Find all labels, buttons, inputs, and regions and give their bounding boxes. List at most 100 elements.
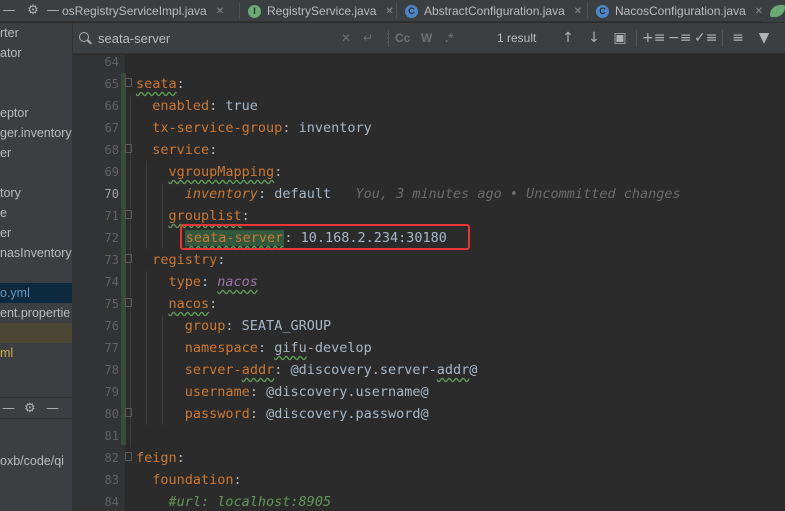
- minimize-icon[interactable]: —: [44, 0, 62, 22]
- code-line[interactable]: 68 service:: [73, 139, 785, 161]
- tab-separator: [239, 3, 240, 19]
- project-tree-item[interactable]: [0, 323, 72, 343]
- close-icon[interactable]: ✕: [574, 6, 582, 17]
- code-token: addr: [241, 362, 275, 378]
- code-line[interactable]: 79 username: @discovery.username@: [73, 381, 785, 403]
- minimize-icon[interactable]: —: [46, 398, 59, 420]
- code-token: :: [209, 296, 218, 312]
- inline-blame: You, 3 minutes ago • Uncommitted changes: [355, 186, 681, 202]
- line-number: 65: [104, 77, 119, 91]
- project-tree-item[interactable]: o.yml: [0, 283, 72, 303]
- code-token: :: [209, 142, 218, 158]
- code-line[interactable]: 78 server-addr: @discovery.server-addr@: [73, 359, 785, 381]
- code-token: -develop: [306, 340, 372, 356]
- code-line[interactable]: 69 vgroupMapping:: [73, 161, 785, 183]
- project-tree-item[interactable]: ent.propertie: [0, 303, 70, 323]
- project-tree-item[interactable]: ger.inventory: [0, 123, 72, 143]
- gear-icon[interactable]: ⚙: [24, 398, 36, 420]
- code-text: type: nacos: [136, 271, 258, 293]
- tab-registry-service[interactable]: I RegistryService.java ✕: [248, 0, 394, 22]
- collapse-icon[interactable]: —: [0, 0, 18, 22]
- close-icon[interactable]: ✕: [385, 6, 393, 17]
- project-tree-item[interactable]: e: [0, 203, 7, 223]
- fold-marker-icon[interactable]: [125, 78, 132, 87]
- project-path: oxb/code/qi: [0, 454, 64, 468]
- words-button[interactable]: W: [421, 30, 432, 46]
- project-tree-item[interactable]: tory: [0, 183, 21, 203]
- line-number: 77: [104, 341, 119, 355]
- regex-button[interactable]: .*: [445, 30, 453, 46]
- code-line[interactable]: 81: [73, 425, 785, 447]
- select-all-occurrences-icon[interactable]: ▣: [610, 28, 630, 48]
- code-token: addr: [436, 362, 470, 378]
- line-number: 72: [104, 231, 119, 245]
- code-line[interactable]: 64: [73, 51, 785, 73]
- code-line[interactable]: 76 group: SEATA_GROUP: [73, 315, 785, 337]
- code-line[interactable]: 65 seata:: [73, 73, 785, 95]
- fold-marker-icon[interactable]: [125, 210, 132, 219]
- code-text: registry:: [136, 249, 225, 271]
- code-line[interactable]: 75 nacos:: [73, 293, 785, 315]
- collapse-icon[interactable]: —: [2, 398, 15, 420]
- code-line[interactable]: 80 password: @discovery.password@: [73, 403, 785, 425]
- project-tree-item[interactable]: nasInventory: [0, 243, 72, 263]
- code-token: username: [184, 384, 250, 400]
- code-token: :: [201, 274, 218, 290]
- code-token: : true: [209, 98, 258, 114]
- previous-occurrence-icon[interactable]: ↑: [558, 28, 578, 48]
- new-line-icon[interactable]: ↵: [363, 30, 373, 46]
- code-line[interactable]: 83 foundation:: [73, 469, 785, 491]
- filter-lines-icon[interactable]: ≡: [728, 28, 748, 48]
- gear-icon[interactable]: ⚙: [24, 0, 42, 22]
- fold-marker-icon[interactable]: [125, 144, 132, 153]
- code-line[interactable]: 77 namespace: gifu-develop: [73, 337, 785, 359]
- code-line[interactable]: 73 registry:: [73, 249, 785, 271]
- fold-marker-icon[interactable]: [125, 408, 132, 417]
- code-line[interactable]: 67 tx-service-group: inventory: [73, 117, 785, 139]
- fold-marker-icon[interactable]: [125, 452, 132, 461]
- tab-abstract-configuration[interactable]: C AbstractConfiguration.java ✕: [405, 0, 582, 22]
- project-tree-item[interactable]: er: [0, 143, 11, 163]
- remove-selection-icon[interactable]: −≡: [668, 28, 691, 48]
- line-number: 79: [104, 385, 119, 399]
- toggle-selection-icon[interactable]: ✓≡: [694, 28, 717, 48]
- clear-icon[interactable]: ✕: [341, 30, 351, 46]
- code-line[interactable]: 84 #url: localhost:8905: [73, 491, 785, 511]
- fold-marker-icon[interactable]: [125, 254, 132, 263]
- next-occurrence-icon[interactable]: ↓: [584, 28, 604, 48]
- project-tree-item[interactable]: rter: [0, 23, 19, 43]
- close-icon[interactable]: ✕: [216, 6, 224, 17]
- fold-marker-icon[interactable]: [125, 298, 132, 307]
- project-tree-item[interactable]: ator: [0, 43, 22, 63]
- code-token: #url: localhost:8905: [168, 494, 332, 510]
- code-line[interactable]: 74 type: nacos: [73, 271, 785, 293]
- code-line[interactable]: 82 feign:: [73, 447, 785, 469]
- tab-nacos-configuration[interactable]: C NacosConfiguration.java ✕: [596, 0, 763, 22]
- project-tree-item[interactable]: er: [0, 223, 11, 243]
- code-token: : inventory: [282, 120, 372, 136]
- code-line[interactable]: 66 enabled: true: [73, 95, 785, 117]
- code-line[interactable]: 70 inventory: default You, 3 minutes ago…: [73, 183, 785, 205]
- match-case-button[interactable]: Cc: [395, 30, 410, 46]
- class-icon: C: [405, 4, 418, 18]
- project-tree-item[interactable]: eptor: [0, 103, 29, 123]
- search-icon[interactable]: [79, 32, 89, 42]
- filter-icon[interactable]: ▼: [754, 28, 774, 48]
- code-token: tx-service-group: [152, 120, 283, 136]
- search-input[interactable]: [98, 29, 328, 48]
- project-tree-item[interactable]: ml: [0, 343, 13, 363]
- tab-nacos-registry-service-impl[interactable]: osRegistryServiceImpl.java ✕: [62, 0, 224, 22]
- code-token: vgroupMapping: [168, 164, 275, 180]
- tab-label: RegistryService.java: [267, 4, 377, 18]
- add-selection-icon[interactable]: +≡: [642, 28, 665, 48]
- code-token: gifu: [274, 340, 307, 356]
- class-icon: C: [596, 4, 609, 18]
